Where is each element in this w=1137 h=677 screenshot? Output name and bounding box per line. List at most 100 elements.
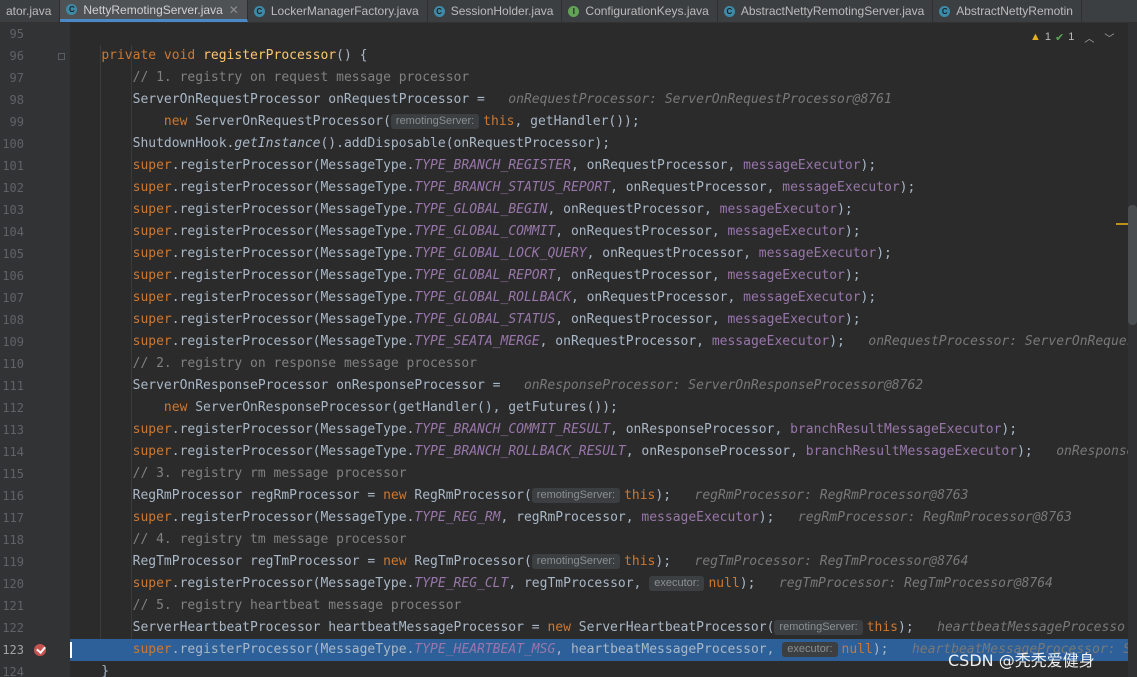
- gutter-row[interactable]: 110: [0, 353, 70, 375]
- tab-label: ator.java: [6, 4, 52, 18]
- code-line[interactable]: ServerOnResponseProcessor onResponseProc…: [70, 375, 1128, 397]
- code-line[interactable]: super.registerProcessor(MessageType.TYPE…: [70, 573, 1128, 595]
- line-number: 122: [2, 621, 24, 635]
- gutter-row[interactable]: 97: [0, 67, 70, 89]
- gutter-row[interactable]: 124: [0, 661, 70, 677]
- gutter-row[interactable]: 122: [0, 617, 70, 639]
- keyword-token: new: [163, 400, 196, 415]
- gutter-row[interactable]: 95: [0, 23, 70, 45]
- parameter-hint: remotingServer:: [531, 488, 621, 503]
- code-token: , onRequestProcessor,: [570, 290, 744, 305]
- code-line[interactable]: super.registerProcessor(MessageType.TYPE…: [70, 265, 1128, 287]
- gutter-row[interactable]: 109: [0, 331, 70, 353]
- chevron-down-icon[interactable]: ﹀: [1104, 30, 1114, 45]
- code-line[interactable]: ServerHeartbeatProcessor heartbeatMessag…: [70, 617, 1128, 639]
- gutter-row[interactable]: 121: [0, 595, 70, 617]
- gutter-row[interactable]: 114: [0, 441, 70, 463]
- gutter-row[interactable]: 123: [0, 639, 70, 661]
- gutter-row[interactable]: 102: [0, 177, 70, 199]
- gutter-row[interactable]: 107: [0, 287, 70, 309]
- gutter-row[interactable]: 120: [0, 573, 70, 595]
- code-token: ServerOnRequestProcessor(: [195, 114, 391, 129]
- code-line[interactable]: super.registerProcessor(MessageType.TYPE…: [70, 309, 1128, 331]
- line-number: 96: [9, 49, 24, 63]
- code-token: );: [876, 246, 892, 261]
- gutter-row[interactable]: 103: [0, 199, 70, 221]
- code-line[interactable]: new ServerOnRequestProcessor(remotingSer…: [70, 111, 1128, 133]
- inspection-widget[interactable]: ▲ 1 ✔ 1 ︿ ﹀: [1030, 27, 1130, 47]
- constant-token: TYPE_BRANCH_STATUS_REPORT: [414, 180, 611, 195]
- keyword-token: super: [132, 510, 172, 525]
- gutter-row[interactable]: 106: [0, 265, 70, 287]
- line-number: 115: [2, 467, 24, 481]
- code-line[interactable]: super.registerProcessor(MessageType.TYPE…: [70, 507, 1128, 529]
- code-line[interactable]: super.registerProcessor(MessageType.TYPE…: [70, 221, 1128, 243]
- code-line[interactable]: private void registerProcessor() {: [70, 45, 1128, 67]
- gutter-row[interactable]: 116: [0, 485, 70, 507]
- comment-token: // 4. registry tm message processor: [132, 532, 407, 547]
- code-line[interactable]: // 1. registry on request message proces…: [70, 67, 1128, 89]
- tab-abstractnettyremotin[interactable]: C AbstractNettyRemotin: [933, 0, 1082, 22]
- ok-count: 1: [1068, 31, 1075, 43]
- code-line[interactable]: RegRmProcessor regRmProcessor = new RegR…: [70, 485, 1128, 507]
- line-number: 113: [2, 423, 24, 437]
- tab-lockermanagerfactory[interactable]: C LockerManagerFactory.java: [248, 0, 428, 22]
- gutter-row[interactable]: 119: [0, 551, 70, 573]
- tab-nettyremotingserver[interactable]: C NettyRemotingServer.java ✕: [60, 0, 248, 22]
- code-line[interactable]: super.registerProcessor(MessageType.TYPE…: [70, 419, 1128, 441]
- code-line[interactable]: // 2. registry on response message proce…: [70, 353, 1128, 375]
- code-line[interactable]: // 4. registry tm message processor: [70, 529, 1128, 551]
- chevron-up-icon[interactable]: ︿: [1084, 30, 1094, 45]
- warning-icon[interactable]: ▲: [1030, 31, 1041, 43]
- gutter-row[interactable]: 112: [0, 397, 70, 419]
- code-line[interactable]: // 5. registry heartbeat message process…: [70, 595, 1128, 617]
- code-token: , onRequestProcessor,: [555, 312, 728, 327]
- code-line[interactable]: super.registerProcessor(MessageType.TYPE…: [70, 155, 1128, 177]
- keyword-token: super: [132, 158, 172, 173]
- gutter-row[interactable]: 100: [0, 133, 70, 155]
- gutter-row[interactable]: 96: [0, 45, 70, 67]
- gutter-row[interactable]: 111: [0, 375, 70, 397]
- gutter-row[interactable]: 113: [0, 419, 70, 441]
- code-token: );: [655, 554, 672, 569]
- code-line[interactable]: super.registerProcessor(MessageType.TYPE…: [70, 441, 1128, 463]
- gutter-row[interactable]: 101: [0, 155, 70, 177]
- close-icon[interactable]: ✕: [229, 3, 239, 17]
- fold-icon[interactable]: [58, 53, 65, 60]
- vertical-scrollbar-track[interactable]: [1128, 23, 1137, 677]
- code-line[interactable]: // 3. registry rm message processor: [70, 463, 1128, 485]
- tab-ator[interactable]: ator.java: [0, 0, 61, 22]
- code-line[interactable]: new ServerOnResponseProcessor(getHandler…: [70, 397, 1128, 419]
- tab-abstractnettyremotingserver[interactable]: C AbstractNettyRemotingServer.java: [718, 0, 934, 22]
- code-line[interactable]: [70, 23, 1128, 45]
- gutter-row[interactable]: 108: [0, 309, 70, 331]
- gutter-row[interactable]: 118: [0, 529, 70, 551]
- breakpoint-icon[interactable]: [34, 644, 46, 656]
- gutter-row[interactable]: 105: [0, 243, 70, 265]
- code-line[interactable]: super.registerProcessor(MessageType.TYPE…: [70, 199, 1128, 221]
- tab-configurationkeys[interactable]: I ConfigurationKeys.java: [562, 0, 718, 22]
- gutter-row[interactable]: 99: [0, 111, 70, 133]
- gutter-row[interactable]: 115: [0, 463, 70, 485]
- warning-stripe-marker[interactable]: [1116, 223, 1128, 225]
- debug-value-hint: onRequestProcessor: ServerOnReques: [844, 334, 1128, 349]
- checkmark-icon[interactable]: ✔: [1055, 31, 1064, 44]
- code-line[interactable]: super.registerProcessor(MessageType.TYPE…: [70, 331, 1128, 353]
- tab-label: LockerManagerFactory.java: [270, 4, 419, 18]
- code-line[interactable]: RegTmProcessor regTmProcessor = new RegT…: [70, 551, 1128, 573]
- code-line[interactable]: ServerOnRequestProcessor onRequestProces…: [70, 89, 1128, 111]
- code-editor[interactable]: private void registerProcessor() { // 1.…: [70, 23, 1128, 677]
- vertical-scrollbar-thumb[interactable]: [1128, 205, 1137, 325]
- code-line[interactable]: super.registerProcessor(MessageType.TYPE…: [70, 177, 1128, 199]
- tab-sessionholder[interactable]: C SessionHolder.java: [428, 0, 563, 22]
- code-line[interactable]: super.registerProcessor(MessageType.TYPE…: [70, 243, 1128, 265]
- gutter-row[interactable]: 104: [0, 221, 70, 243]
- gutter-row[interactable]: 98: [0, 89, 70, 111]
- code-line[interactable]: super.registerProcessor(MessageType.TYPE…: [70, 287, 1128, 309]
- code-line[interactable]: ShutdownHook.getInstance().addDisposable…: [70, 133, 1128, 155]
- line-number: 106: [2, 269, 24, 283]
- gutter-row[interactable]: 117: [0, 507, 70, 529]
- line-number-gutter[interactable]: 95 96 97 98 99 100 101 102 103 104 105 106 107 108 109…: [0, 23, 70, 677]
- line-number: 98: [9, 93, 24, 107]
